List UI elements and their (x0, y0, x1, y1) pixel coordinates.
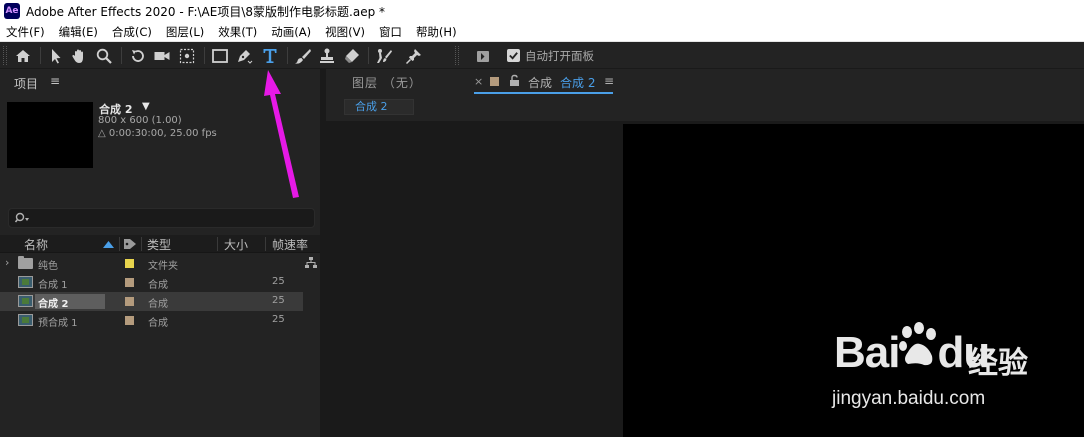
project-search-input[interactable] (8, 208, 315, 228)
menu-effect[interactable]: 效果(T) (211, 22, 264, 42)
eraser-icon[interactable] (341, 45, 363, 66)
project-panel-menu-icon[interactable]: ≡ (50, 74, 60, 88)
label-color-swatch[interactable] (125, 297, 134, 306)
toolbar-separator (121, 47, 122, 64)
menu-edit[interactable]: 编辑(E) (52, 22, 105, 42)
baidu-jingyan-watermark: Bai du 经验 jingyan.baidu.com (830, 318, 1070, 418)
row-frame-rate: 25 (272, 314, 285, 325)
rectangle-icon[interactable] (209, 45, 231, 66)
project-row-comp-2[interactable]: 合成 2 合成 25 (0, 292, 303, 311)
menu-layer[interactable]: 图层(L) (159, 22, 211, 42)
row-frame-rate: 25 (272, 295, 285, 306)
baidu-paw-icon (899, 322, 936, 366)
pen-icon[interactable] (233, 45, 255, 66)
label-color-swatch[interactable] (125, 278, 134, 287)
hand-icon[interactable] (68, 45, 90, 66)
roto-brush-icon[interactable] (373, 45, 395, 66)
row-type: 合成 (148, 299, 168, 310)
active-tab-indicator (474, 92, 613, 94)
watermark-url: jingyan.baidu.com (832, 388, 986, 409)
row-type: 合成 (148, 280, 168, 291)
item-usage-dropdown-icon[interactable]: ▼ (142, 101, 150, 112)
after-effects-logo-icon: Ae (4, 3, 20, 19)
sort-ascending-icon (103, 241, 114, 248)
title-bar: Ae Adobe After Effects 2020 - F:\AE项目\8蒙… (0, 0, 1084, 22)
tab-composition-name[interactable]: 合成 2 (560, 74, 595, 91)
type-icon[interactable] (259, 45, 281, 66)
row-type: 文件夹 (148, 261, 178, 272)
row-name: 合成 2 (38, 299, 69, 310)
rotate-icon[interactable] (127, 45, 149, 66)
column-name[interactable]: 名称 (24, 236, 48, 253)
label-color-swatch[interactable] (125, 316, 134, 325)
toolbar-grip[interactable] (455, 46, 459, 65)
window-title: Adobe After Effects 2020 - F:\AE项目\8蒙版制作… (26, 4, 386, 19)
brush-icon[interactable] (292, 45, 314, 66)
column-divider[interactable] (217, 237, 218, 251)
comp-label-swatch (490, 77, 499, 86)
row-frame-rate: 25 (272, 276, 285, 287)
unlock-icon[interactable] (509, 74, 520, 87)
close-tab-icon[interactable]: × (474, 75, 483, 88)
tab-layer-viewer[interactable]: 图层 （无） (352, 74, 422, 91)
composition-breadcrumb-bar: 合成 2 (326, 95, 1084, 119)
auto-open-panel-label: 自动打开面板 (525, 49, 594, 63)
toolbar-separator (204, 47, 205, 64)
menu-animation[interactable]: 动画(A) (264, 22, 318, 42)
workspace-icon[interactable] (472, 45, 494, 66)
label-tag-icon[interactable] (123, 238, 137, 250)
row-name: 预合成 1 (38, 318, 78, 329)
project-column-header: 名称 类型 大小 帧速率 (0, 235, 320, 253)
menu-view[interactable]: 视图(V) (318, 22, 372, 42)
composition-icon (18, 276, 33, 288)
column-divider[interactable] (141, 237, 142, 251)
camera-icon[interactable] (151, 45, 173, 66)
composition-panel-menu-icon[interactable]: ≡ (604, 74, 614, 88)
project-row-folder[interactable]: › 纯色 文件夹 (0, 254, 303, 273)
pan-behind-icon[interactable] (176, 45, 198, 66)
expand-chevron-icon[interactable]: › (5, 256, 9, 269)
annotation-arrow-icon (264, 70, 299, 198)
folder-icon (18, 256, 33, 269)
puppet-pin-icon[interactable] (403, 45, 425, 66)
tab-composition-prefix[interactable]: 合成 (528, 74, 552, 91)
column-divider[interactable] (265, 237, 266, 251)
project-row-precomp-1[interactable]: 预合成 1 合成 25 (0, 311, 303, 330)
watermark-text: 经验 (968, 346, 1028, 381)
toolbar-separator (40, 47, 41, 64)
selected-item-size: 800 x 600 (1.00) (98, 115, 182, 126)
row-name: 合成 1 (38, 280, 68, 291)
item-thumbnail (7, 102, 93, 168)
selection-icon[interactable] (45, 45, 67, 66)
column-type[interactable]: 类型 (147, 236, 171, 253)
menu-file[interactable]: 文件(F) (0, 22, 52, 42)
tools-toolbar: 自动打开面板 (0, 42, 1084, 69)
selected-item-duration: △ 0:00:30:00, 25.00 fps (98, 128, 217, 139)
row-type: 合成 (148, 318, 168, 329)
clone-stamp-icon[interactable] (316, 45, 338, 66)
column-divider[interactable] (119, 237, 120, 251)
toolbar-separator (287, 47, 288, 64)
menu-bar: 文件(F) 编辑(E) 合成(C) 图层(L) 效果(T) 动画(A) 视图(V… (0, 22, 1084, 42)
toolbar-grip[interactable] (3, 46, 7, 65)
project-panel-tab[interactable]: 项目 (14, 75, 38, 92)
column-size[interactable]: 大小 (224, 236, 248, 253)
flowchart-icon[interactable] (304, 256, 318, 270)
composition-icon (18, 295, 33, 307)
menu-help[interactable]: 帮助(H) (409, 22, 464, 42)
breadcrumb-comp-2[interactable]: 合成 2 (344, 99, 414, 115)
auto-open-panel-checkbox[interactable] (507, 49, 520, 62)
toolbar-separator (368, 47, 369, 64)
row-name: 纯色 (38, 261, 58, 272)
composition-icon (18, 314, 33, 326)
menu-window[interactable]: 窗口 (372, 22, 409, 42)
project-row-comp-1[interactable]: 合成 1 合成 25 (0, 273, 303, 292)
menu-composition[interactable]: 合成(C) (105, 22, 159, 42)
home-icon[interactable] (12, 45, 34, 66)
label-color-swatch[interactable] (125, 259, 134, 268)
column-frame-rate[interactable]: 帧速率 (272, 236, 308, 253)
zoom-icon[interactable] (93, 45, 115, 66)
search-icon (15, 212, 29, 223)
